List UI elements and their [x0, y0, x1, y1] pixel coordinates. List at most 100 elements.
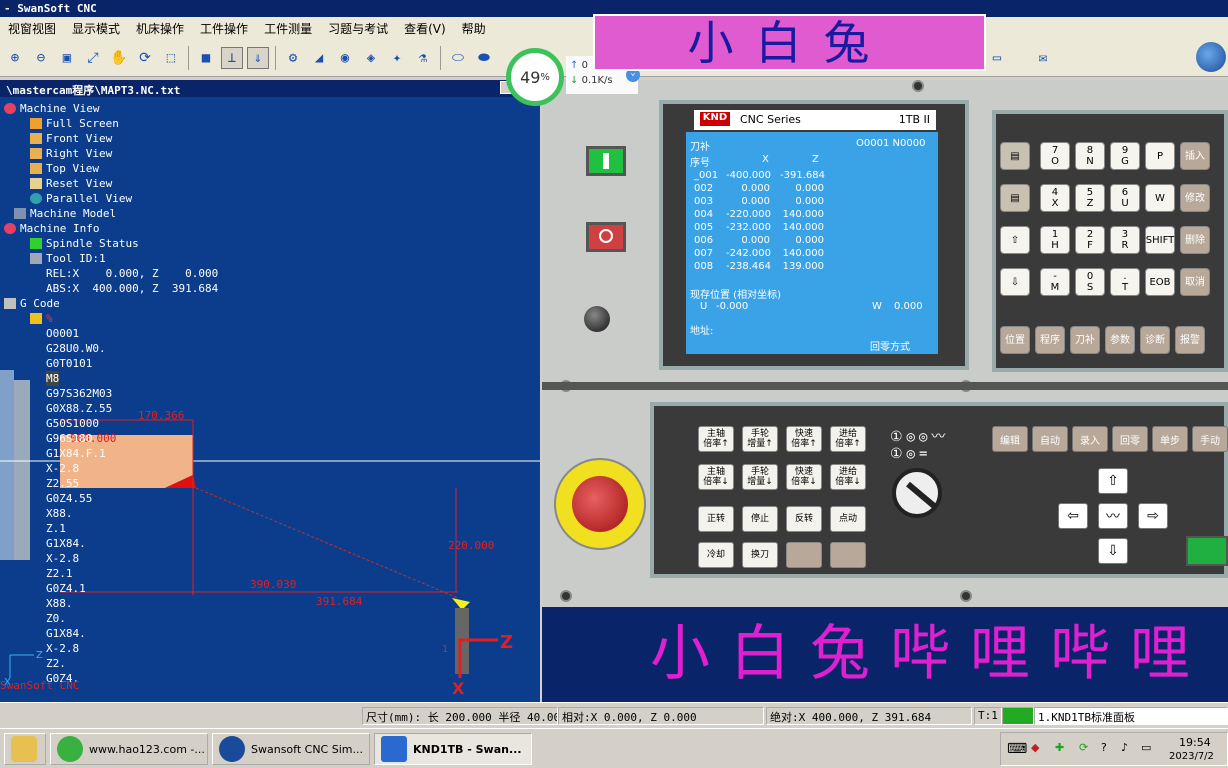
clock-time[interactable]: 19:54 [1179, 736, 1211, 749]
feed-hold-knob[interactable] [584, 306, 610, 332]
rotate-icon[interactable]: ⟳ [134, 47, 156, 69]
menu-exercise[interactable]: 习题与考试 [320, 20, 396, 37]
gcode-line[interactable]: Z.1 [46, 521, 66, 536]
key-row3-3[interactable]: SHIFT [1145, 226, 1175, 254]
gcode-line[interactable]: X-2.8 [46, 461, 79, 476]
jog-left-button[interactable]: ⇦ [1058, 503, 1088, 529]
key-row4-0[interactable]: - M [1040, 268, 1070, 296]
key-row1-1[interactable]: 8 N [1075, 142, 1105, 170]
gcode-line[interactable]: Z2.55 [46, 476, 79, 491]
gcode-line[interactable]: Z0. [46, 611, 66, 626]
op-button[interactable]: 进给 倍率↓ [830, 464, 866, 490]
workpiece-icon[interactable]: ■ [195, 47, 217, 69]
key-row3-0[interactable]: 1 H [1040, 226, 1070, 254]
cursor-up-button[interactable]: ⇧ [1000, 226, 1030, 254]
exam-icon[interactable]: ✉ [1032, 47, 1054, 69]
tray-plus-icon[interactable]: ✚ [1055, 741, 1064, 754]
measure-icon[interactable]: ◈ [360, 47, 382, 69]
op-button[interactable]: 反转 [786, 506, 822, 532]
function-key[interactable]: 参数 [1105, 326, 1135, 354]
op-button[interactable]: 正转 [698, 506, 734, 532]
gcode-line[interactable]: O0001 [46, 326, 79, 341]
gcode-line[interactable]: Z2. [46, 656, 66, 671]
mode-button[interactable]: 录入 [1072, 426, 1108, 452]
power-button[interactable] [1186, 536, 1228, 566]
override-knob[interactable] [892, 468, 942, 518]
volume-icon[interactable]: ♪ [1121, 741, 1128, 754]
function-key[interactable]: 程序 [1035, 326, 1065, 354]
op-button-blank[interactable] [830, 542, 866, 568]
function-key[interactable]: 刀补 [1070, 326, 1100, 354]
key-row2-2[interactable]: 6 U [1110, 184, 1140, 212]
key-row2-1[interactable]: 5 Z [1075, 184, 1105, 212]
op-button-blank[interactable] [786, 542, 822, 568]
faucet-icon[interactable]: ⚗ [412, 47, 434, 69]
task-swansoft[interactable]: Swansoft CNC Sim... [212, 733, 370, 765]
cutter-icon[interactable]: ◢ [308, 47, 330, 69]
mode-button[interactable]: 编辑 [992, 426, 1028, 452]
star-icon[interactable]: ✦ [386, 47, 408, 69]
gcode-line[interactable]: X-2.8 [46, 551, 79, 566]
op-button[interactable]: 主轴 倍率↓ [698, 464, 734, 490]
tray-app-icon[interactable]: ◆ [1031, 741, 1039, 754]
mode-button[interactable]: 回零 [1112, 426, 1148, 452]
gcode-line[interactable]: G97S362M03 [46, 386, 112, 401]
gcode-current-line[interactable]: % [30, 311, 53, 326]
gcode-line[interactable]: G1X84. [46, 536, 86, 551]
key-row4-2[interactable]: . T [1110, 268, 1140, 296]
gcode-line[interactable]: X88. [46, 506, 73, 521]
cylinder-icon[interactable]: ⬭ [447, 47, 469, 69]
menu-help[interactable]: 帮助 [454, 20, 494, 37]
gcode-line[interactable]: G28U0.W0. [46, 341, 106, 356]
key-row3-2[interactable]: 3 R [1110, 226, 1140, 254]
gcode-line[interactable]: X88. [46, 596, 73, 611]
key-row1-4[interactable]: 插入 [1180, 142, 1210, 170]
tree-item-full-screen[interactable]: Full Screen [30, 116, 119, 131]
op-button[interactable]: 进给 倍率↑ [830, 426, 866, 452]
function-key[interactable]: 报警 [1175, 326, 1205, 354]
gcode-line[interactable]: X-2.8 [46, 641, 79, 656]
menu-view[interactable]: 视窗视图 [0, 20, 64, 37]
op-button[interactable]: 主轴 倍率↑ [698, 426, 734, 452]
gcode-line[interactable]: G1X84. [46, 626, 86, 641]
op-button[interactable]: 冷却 [698, 542, 734, 568]
key-row2-0[interactable]: 4 X [1040, 184, 1070, 212]
menu-machine-op[interactable]: 机床操作 [128, 20, 192, 37]
gcode-line[interactable]: G0Z4.55 [46, 491, 92, 506]
gcode-line[interactable]: M8 [46, 371, 60, 386]
key-row4-3[interactable]: EOB [1145, 268, 1175, 296]
tool-holder-icon[interactable]: ⇓ [247, 46, 269, 69]
cycle-start-button[interactable] [586, 146, 626, 176]
jog-down-button[interactable]: ⇩ [1098, 538, 1128, 564]
key-row2-3[interactable]: W [1145, 184, 1175, 212]
tree-item-top-view[interactable]: Top View [30, 161, 99, 176]
tree-item-front-view[interactable]: Front View [30, 131, 112, 146]
key-row1-0[interactable]: 7 O [1040, 142, 1070, 170]
key-row4-4[interactable]: 取消 [1180, 268, 1210, 296]
select-box-icon[interactable]: ⬚ [160, 47, 182, 69]
cycle-stop-button[interactable] [586, 222, 626, 252]
pan-hand-icon[interactable]: ✋ [108, 47, 130, 69]
gcode-line[interactable]: G0Z4.1 [46, 581, 86, 596]
gcode-line[interactable]: G96S180 [46, 431, 92, 446]
op-button[interactable]: 点动 [830, 506, 866, 532]
tool-icon[interactable]: ⚙ [282, 47, 304, 69]
tray-refresh-icon[interactable]: ⟳ [1079, 741, 1088, 754]
tree-node-machine-view[interactable]: Machine View [4, 101, 99, 116]
tray-help-icon[interactable]: ? [1101, 741, 1107, 754]
gcode-line[interactable]: G0T0101 [46, 356, 92, 371]
tree-item-spindle-status[interactable]: Spindle Status [30, 236, 139, 251]
key-row2-4[interactable]: 修改 [1180, 184, 1210, 212]
fixture-icon[interactable]: ⊥ [221, 46, 243, 69]
gcode-line[interactable]: G1X84.F.1 [46, 446, 106, 461]
coolant-icon[interactable]: ◉ [334, 47, 356, 69]
rapid-button[interactable]: 〰 [1098, 503, 1128, 529]
mode-button[interactable]: 单步 [1152, 426, 1188, 452]
keyboard-icon[interactable]: ⌨ [1007, 741, 1027, 757]
jog-right-button[interactable]: ⇨ [1138, 503, 1168, 529]
op-button[interactable]: 停止 [742, 506, 778, 532]
panel-selector[interactable]: 1.KND1TB标准面板 [1034, 707, 1228, 725]
key-row3-4[interactable]: 删除 [1180, 226, 1210, 254]
op-button[interactable]: 换刀 [742, 542, 778, 568]
op-button[interactable]: 快速 倍率↑ [786, 426, 822, 452]
